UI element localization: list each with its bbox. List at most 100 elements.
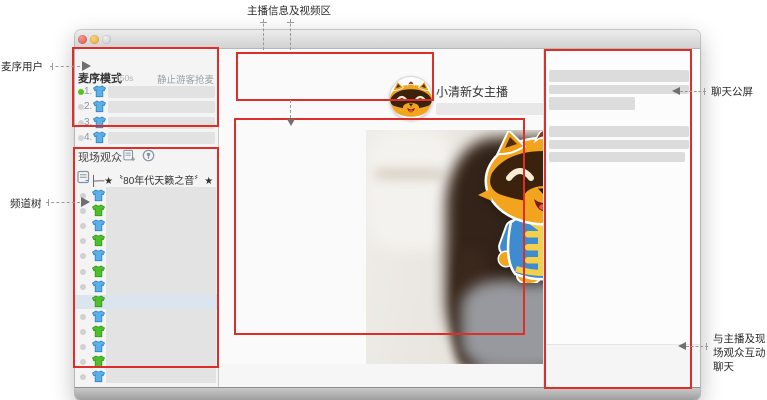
tree-member-row[interactable]	[75, 325, 217, 339]
tree-member-row[interactable]	[75, 370, 217, 384]
tree-member-row[interactable]	[75, 264, 217, 279]
photo-bg-line	[374, 168, 444, 180]
center-panel: 小清新女主播	[219, 49, 679, 388]
chat-panel[interactable]	[543, 49, 700, 388]
chat-message-placeholder	[549, 140, 689, 149]
status-dot-icon	[80, 223, 86, 230]
photo-bg-wall	[366, 130, 456, 250]
member-list-icon[interactable]	[123, 149, 136, 167]
shirt-icon	[92, 116, 107, 129]
status-dot-icon	[80, 374, 86, 381]
tree-member-row[interactable]	[75, 204, 217, 218]
left-panel: 麦序模式 150s 静止游客抢麦 1. 2. 3. 4. 现场观众 ├─★〝80年代天…	[75, 49, 219, 388]
tree-member-row[interactable]	[75, 280, 217, 294]
shirt-icon	[91, 310, 106, 323]
status-dot-icon	[80, 253, 86, 260]
app-window: 麦序模式 150s 静止游客抢麦 1. 2. 3. 4. 现场观众 ├─★〝80年代天…	[75, 30, 700, 400]
status-dot-icon	[80, 268, 86, 275]
annotation-line	[290, 100, 291, 118]
minimize-button[interactable]	[90, 35, 99, 44]
status-dot-icon	[80, 328, 86, 335]
annotation-tick	[287, 22, 294, 23]
location-icon[interactable]	[142, 149, 155, 167]
tree-member-row[interactable]	[75, 340, 217, 354]
channel-name[interactable]: ├─★〝80年代天籁之音〞★	[90, 172, 213, 187]
annotation-line	[680, 91, 706, 92]
annotation-label-interact: 与主播及现	[713, 333, 766, 345]
shirt-icon	[91, 219, 106, 232]
annotation-tick	[706, 343, 707, 350]
annotation-line	[46, 202, 80, 203]
shirt-icon	[92, 85, 107, 98]
status-dot-icon	[80, 344, 86, 350]
annotated-screenshot: 麦序模式 150s 静止游客抢麦 1. 2. 3. 4. 现场观众 ├─★〝80年代天…	[0, 0, 767, 400]
shirt-icon	[91, 249, 106, 262]
down-arrow-icon	[287, 119, 295, 126]
shirt-icon	[91, 370, 106, 383]
chat-message-placeholder	[549, 126, 689, 137]
annotation-tick	[48, 199, 49, 206]
status-dot-icon	[80, 208, 86, 215]
shirt-icon	[91, 204, 106, 217]
tree-member-row[interactable]	[75, 234, 217, 248]
window-content: 麦序模式 150s 静止游客抢麦 1. 2. 3. 4. 现场观众 ├─★〝80年代天…	[75, 49, 700, 388]
chat-input-area[interactable]	[544, 345, 700, 388]
shirt-icon	[92, 100, 107, 113]
annotation-label-interact: 聊天	[713, 361, 734, 373]
annotation-tick	[704, 88, 705, 95]
close-button[interactable]	[78, 35, 87, 44]
tree-member-row[interactable]	[75, 355, 217, 369]
annotation-label-mic-users: 麦序用户	[1, 61, 43, 73]
mic-slot[interactable]: 4.	[75, 131, 217, 145]
chat-message-placeholder	[549, 85, 689, 94]
tree-member-row[interactable]	[75, 189, 217, 203]
shirt-icon	[91, 264, 106, 278]
tree-member-row[interactable]	[75, 249, 217, 263]
chat-message-placeholder	[549, 97, 635, 110]
mic-slot-name-placeholder	[108, 101, 215, 114]
tree-member-row[interactable]	[75, 310, 217, 324]
annotation-line	[290, 19, 291, 50]
mic-slot-name-placeholder	[108, 116, 215, 129]
status-dot-icon	[80, 313, 86, 320]
left-arrow-icon	[672, 87, 680, 95]
annotation-label-channel-tree: 频道树	[10, 198, 42, 210]
annotation-label-interact: 场观众互动	[713, 347, 766, 359]
window-titlebar[interactable]	[75, 30, 700, 49]
anchor-avatar[interactable]	[389, 76, 433, 120]
shirt-icon	[91, 355, 106, 368]
chat-message-placeholder	[549, 152, 685, 162]
shirt-icon	[91, 189, 106, 202]
shirt-icon	[91, 295, 106, 308]
annotation-line	[50, 66, 80, 67]
chat-message-placeholder	[549, 70, 689, 82]
shirt-icon	[91, 340, 106, 353]
shirt-icon	[91, 280, 106, 293]
mic-slot-number: 3.	[84, 116, 93, 128]
tree-member-row[interactable]	[75, 219, 217, 233]
mic-mode-status: 静止游客抢麦	[156, 75, 214, 86]
annotation-line	[263, 19, 264, 50]
mic-slot-name-placeholder	[108, 131, 215, 144]
shirt-icon	[92, 131, 107, 144]
annotation-label-chat-screen: 聊天公屏	[711, 86, 753, 98]
mic-slot-name-placeholder	[108, 86, 215, 98]
mic-slot[interactable]: 3.	[75, 116, 217, 130]
mic-slot[interactable]: 1.	[75, 85, 217, 99]
tree-member-row-selected[interactable]	[75, 294, 217, 309]
mic-slot-number: 1.	[84, 86, 93, 97]
annotation-tick	[52, 63, 53, 70]
window-statusbar	[75, 387, 700, 400]
status-dot-icon	[80, 238, 86, 245]
audience-label: 现场观众	[78, 152, 122, 164]
zoom-button[interactable]	[102, 35, 111, 44]
video-toolbar	[219, 364, 543, 388]
anchor-name: 小清新女主播	[436, 85, 509, 99]
right-arrow-icon	[81, 197, 90, 207]
shirt-icon	[91, 234, 106, 247]
annotation-tick	[260, 22, 267, 23]
channel-list-icon[interactable]	[77, 170, 90, 189]
mic-timer: 150s	[115, 73, 134, 83]
mic-slot[interactable]: 2.	[75, 100, 217, 114]
mic-slot-number: 4.	[84, 131, 93, 143]
